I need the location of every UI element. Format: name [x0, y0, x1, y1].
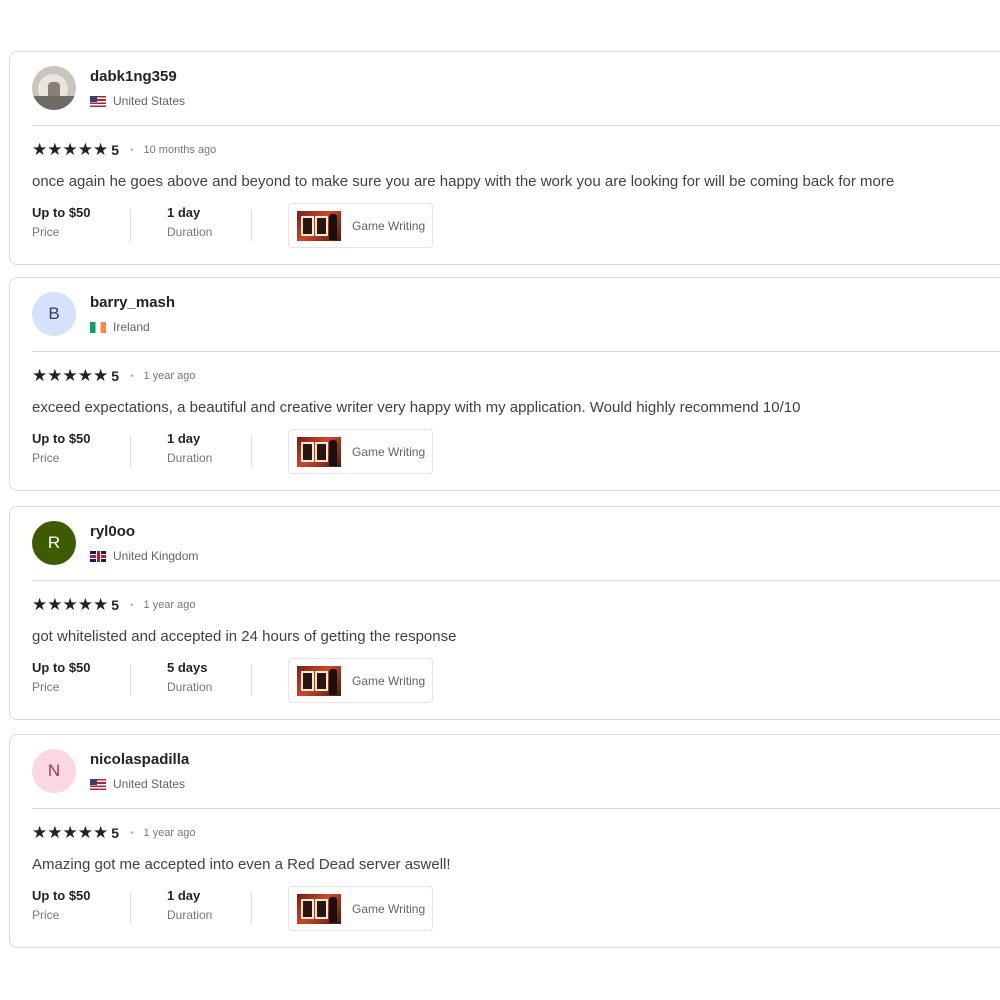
avatar[interactable]: R [32, 521, 76, 565]
review-time: 1 year ago [143, 599, 196, 611]
country-name: United Kingdom [113, 549, 199, 563]
avatar-initial: N [47, 761, 61, 780]
meta-separator [251, 892, 252, 924]
price-block: Up to $50 Price [32, 660, 91, 694]
review-text: got whitelisted and accepted in 24 hours… [32, 628, 457, 645]
separator-dot: • [130, 599, 134, 611]
review-card-1: dabk1ng359 United States ★★★★★ 5 • 10 mo… [9, 51, 1000, 265]
meta-separator [130, 435, 131, 467]
rating-score: 5 [111, 597, 119, 613]
review-time: 10 months ago [143, 144, 217, 156]
review-card-4: N nicolaspadilla United States ★★★★★ 5 •… [9, 734, 1000, 948]
country-name: United States [113, 777, 186, 791]
avatar-initial: B [48, 304, 60, 323]
gig-title: Game Writing [352, 218, 426, 233]
price-block: Up to $50 Price [32, 205, 91, 239]
duration-block: 1 day Duration [167, 888, 212, 922]
reviewer-country: United Kingdom [90, 549, 198, 563]
price-label: Price [32, 908, 60, 922]
reviewer-username[interactable]: nicolaspadilla [90, 751, 189, 768]
country-name: Ireland [113, 320, 150, 334]
price-value: Up to $50 [32, 660, 91, 675]
reviewer-country: Ireland [90, 320, 150, 334]
review-time: 1 year ago [143, 827, 196, 839]
reviewer-username[interactable]: ryl0oo [90, 523, 135, 540]
review-time: 1 year ago [143, 370, 196, 382]
meta-separator [130, 664, 131, 696]
price-block: Up to $50 Price [32, 431, 91, 465]
separator-dot: • [130, 827, 134, 839]
flag-uk-icon [90, 550, 106, 562]
separator-dot: • [130, 144, 134, 156]
rating-row: ★★★★★ 5 • 1 year ago [32, 596, 196, 614]
price-value: Up to $50 [32, 888, 91, 903]
duration-value: 5 days [167, 660, 208, 675]
price-label: Price [32, 225, 60, 239]
divider [32, 808, 1000, 809]
review-text: exceed expectations, a beautiful and cre… [32, 399, 801, 416]
flag-ie-icon [90, 321, 106, 333]
meta-separator [130, 209, 131, 241]
gig-title: Game Writing [352, 444, 426, 459]
gig-title: Game Writing [352, 901, 426, 916]
avatar[interactable] [32, 66, 76, 110]
price-label: Price [32, 451, 60, 465]
gig-thumbnail [297, 665, 341, 696]
price-label: Price [32, 680, 60, 694]
price-value: Up to $50 [32, 205, 91, 220]
gig-link[interactable]: Game Writing [288, 429, 433, 474]
avatar-initial: R [47, 533, 61, 552]
star-rating-icon: ★★★★★ [32, 366, 109, 385]
duration-value: 1 day [167, 431, 201, 446]
reviewer-country: United States [90, 777, 185, 791]
gig-link[interactable]: Game Writing [288, 886, 433, 931]
star-rating-icon: ★★★★★ [32, 140, 109, 159]
rating-row: ★★★★★ 5 • 1 year ago [32, 824, 196, 842]
duration-block: 1 day Duration [167, 431, 212, 465]
rating-row: ★★★★★ 5 • 1 year ago [32, 367, 196, 385]
gig-thumbnail [297, 210, 341, 241]
divider [32, 351, 1000, 352]
price-block: Up to $50 Price [32, 888, 91, 922]
duration-value: 1 day [167, 205, 201, 220]
price-value: Up to $50 [32, 431, 91, 446]
separator-dot: • [130, 370, 134, 382]
flag-us-icon [90, 95, 106, 107]
duration-label: Duration [167, 451, 213, 465]
reviewer-username[interactable]: dabk1ng359 [90, 68, 177, 85]
gig-title: Game Writing [352, 673, 426, 688]
divider [32, 125, 1000, 126]
flag-us-icon [90, 778, 106, 790]
review-card-2: B barry_mash Ireland ★★★★★ 5 • 1 year ag… [9, 277, 1000, 491]
rating-row: ★★★★★ 5 • 10 months ago [32, 141, 216, 159]
star-rating-icon: ★★★★★ [32, 823, 109, 842]
reviewer-username[interactable]: barry_mash [90, 294, 175, 311]
duration-value: 1 day [167, 888, 201, 903]
duration-label: Duration [167, 680, 213, 694]
country-name: United States [113, 94, 186, 108]
rating-score: 5 [111, 142, 119, 158]
gig-link[interactable]: Game Writing [288, 203, 433, 248]
duration-label: Duration [167, 908, 213, 922]
duration-block: 5 days Duration [167, 660, 212, 694]
avatar[interactable]: B [32, 292, 76, 336]
reviewer-country: United States [90, 94, 185, 108]
meta-separator [130, 892, 131, 924]
rating-score: 5 [111, 825, 119, 841]
meta-separator [251, 209, 252, 241]
gig-thumbnail [297, 893, 341, 924]
gig-thumbnail [297, 436, 341, 467]
review-text: once again he goes above and beyond to m… [32, 173, 895, 190]
meta-separator [251, 435, 252, 467]
duration-label: Duration [167, 225, 213, 239]
rating-score: 5 [111, 368, 119, 384]
duration-block: 1 day Duration [167, 205, 212, 239]
star-rating-icon: ★★★★★ [32, 595, 109, 614]
review-card-3: R ryl0oo United Kingdom ★★★★★ 5 • 1 year… [9, 506, 1000, 720]
review-text: Amazing got me accepted into even a Red … [32, 856, 451, 873]
divider [32, 580, 1000, 581]
gig-link[interactable]: Game Writing [288, 658, 433, 703]
avatar[interactable]: N [32, 749, 76, 793]
meta-separator [251, 664, 252, 696]
